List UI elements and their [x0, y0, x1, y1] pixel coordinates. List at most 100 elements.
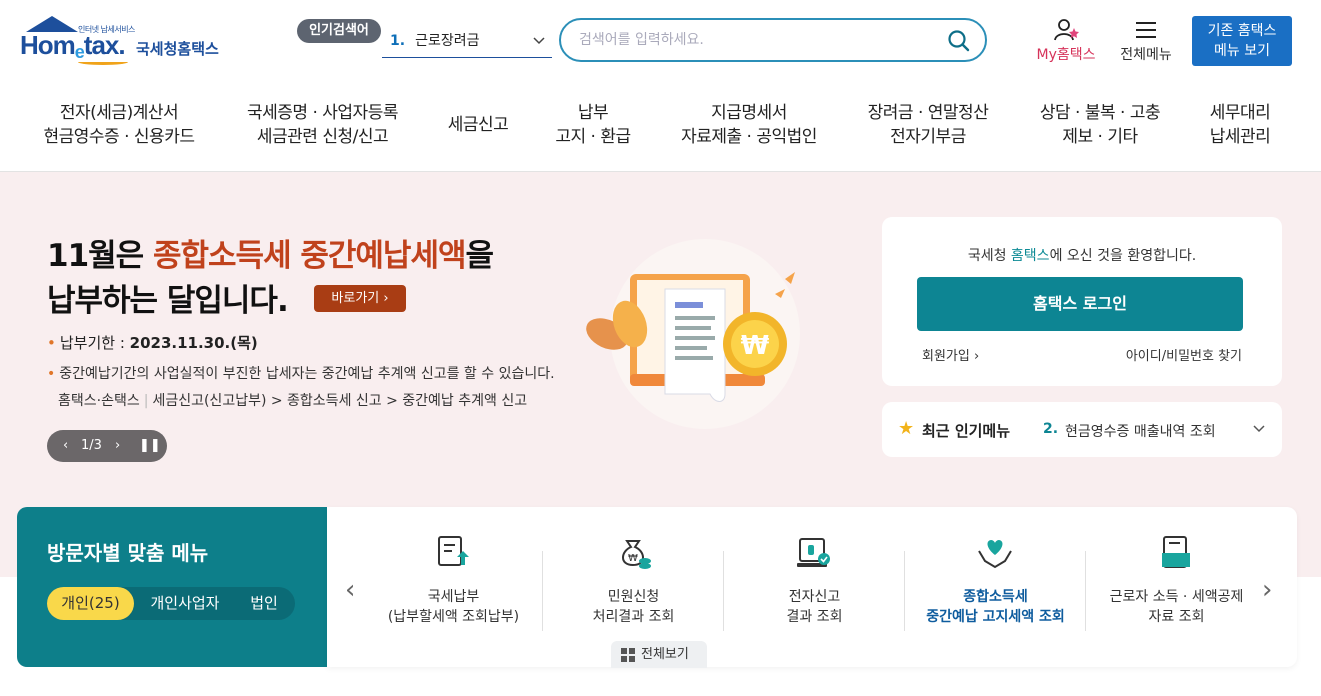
logo-text-a: Hom: [20, 30, 76, 60]
popular-search-badge: 인기검색어: [297, 19, 381, 43]
svg-text:₩: ₩: [628, 553, 638, 564]
menu-item-text: 전자신고 결과 조회: [724, 587, 905, 627]
tax-payment-icon: [438, 536, 469, 566]
carousel-next-icon[interactable]: ›: [1262, 575, 1272, 605]
banner-pager: ‹ 1/3 › ❚❚: [47, 430, 167, 462]
hero-menu-path[interactable]: 홈택스·손택스 | 세금신고(신고납부) > 종합소득세 신고 > 중간예납 추계액…: [58, 390, 527, 410]
chevron-right-icon: ›: [973, 349, 980, 364]
nav-item-line1: 장려금 · 연말정산: [867, 103, 989, 123]
menu-item-line1: 근로자 소득 · 세액공제: [1109, 589, 1244, 605]
visitor-menu-panel: 방문자별 맞춤 메뉴 개인(25) 개인사업자 법인: [17, 507, 327, 667]
welcome-message: 국세청 홈택스에 오신 것을 환영합니다.: [882, 245, 1282, 265]
search-icon[interactable]: [947, 29, 971, 53]
nav-item-payment[interactable]: 납부 고지 · 환급: [548, 101, 638, 149]
nav-item-incentive[interactable]: 장려금 · 연말정산 전자기부금: [857, 101, 999, 149]
tab-sole-proprietor[interactable]: 개인사업자: [139, 587, 231, 620]
star-icon: ★: [898, 418, 915, 439]
hero-title-line1: 11월은 종합소득세 중간예납세액을: [47, 234, 495, 279]
nav-item-line2: 전자기부금: [890, 127, 966, 147]
my-hometax-link[interactable]: My홈택스: [1030, 18, 1102, 66]
nav-item-tax-filing[interactable]: 세금신고: [438, 113, 518, 137]
hero-title-line2: 납부하는 달입니다.: [47, 283, 289, 319]
chevron-down-icon[interactable]: [1252, 418, 1266, 442]
find-id-password-link[interactable]: 아이디/비밀번호 찾기: [1126, 345, 1242, 364]
menu-item-line1: 종합소득세: [963, 589, 1028, 605]
document-folder-icon: [1162, 536, 1190, 568]
hero-title-pre: 11월은: [47, 238, 153, 274]
deadline-label: 납부기한 :: [59, 334, 130, 352]
join-link[interactable]: 회원가입 ›: [922, 345, 979, 364]
old-menu-line2: 메뉴 보기: [1214, 43, 1270, 59]
menu-worker-deduction[interactable]: 근로자 소득 · 세액공제자료 조회: [1086, 507, 1267, 667]
hometax-logo[interactable]: 인터넷 납세서비스 Hometax. 국세청홈택스: [18, 16, 233, 68]
logo-swoosh-icon: [78, 59, 128, 65]
path-site: 홈택스·손택스: [58, 393, 140, 409]
svg-text:₩: ₩: [741, 331, 770, 361]
nav-item-certificates[interactable]: 국세증명 · 사업자등록 세금관련 신청/신고: [235, 101, 410, 149]
join-label: 회원가입: [922, 349, 970, 364]
nav-item-payment-statement[interactable]: 지급명세서 자료제출 · 공익법인: [673, 101, 825, 149]
main-navigation: 전자(세금)계산서 현금영수증 · 신용카드 국세증명 · 사업자등록 세금관련…: [0, 86, 1321, 172]
recent-popular-menu[interactable]: ★ 최근 인기메뉴 2. 현금영수증 매출내역 조회: [882, 402, 1282, 457]
search-input[interactable]: [579, 29, 929, 51]
menu-item-line1: 국세납부: [427, 589, 480, 605]
hamburger-icon: [1136, 22, 1156, 38]
hero-deadline: • 납부기한 : 2023.11.30.(목): [47, 332, 258, 353]
menu-item-line2: (납부할세액 조회납부): [387, 609, 520, 625]
popular-search-dropdown[interactable]: 1. 근로장려금: [382, 24, 552, 58]
carousel-prev-icon[interactable]: ‹: [345, 575, 355, 605]
search-field: [559, 18, 987, 62]
all-menu-label: 전체메뉴: [1120, 47, 1172, 63]
logo-text-b: tax.: [83, 30, 126, 60]
login-button[interactable]: 홈택스 로그인: [917, 277, 1243, 331]
tab-corporation[interactable]: 법인: [239, 587, 289, 620]
hero-title-highlight: 종합소득세 중간예납세액: [152, 238, 467, 274]
nav-item-line2: 세금관련 신청/신고: [256, 127, 389, 147]
hero-description: • 중간예납기간의 사업실적이 부진한 납세자는 중간예납 추계액 신고를 할 수…: [47, 363, 555, 383]
menu-item-line2: 자료 조회: [1148, 609, 1205, 625]
view-all-label: 전체보기: [641, 647, 689, 662]
grid-icon: [621, 648, 635, 662]
nav-item-tax-agent[interactable]: 세무대리 납세관리: [1200, 101, 1280, 149]
welcome-pre: 국세청: [967, 248, 1011, 264]
popular-search-term: 근로장려금: [415, 33, 480, 49]
tax-payment-illustration: ₩: [585, 234, 805, 434]
prev-arrow-icon[interactable]: ‹: [63, 430, 68, 462]
header: 인터넷 납세서비스 Hometax. 국세청홈택스 인기검색어 1. 근로장려금 …: [0, 0, 1321, 86]
nav-item-e-invoice[interactable]: 전자(세금)계산서 현금영수증 · 신용카드: [40, 101, 198, 149]
chevron-right-icon: ›: [383, 291, 389, 306]
next-arrow-icon[interactable]: ›: [115, 430, 120, 462]
chevron-down-icon: [532, 24, 546, 71]
view-all-button[interactable]: 전체보기: [611, 641, 707, 668]
login-panel: 국세청 홈택스에 오신 것을 환영합니다. 홈택스 로그인 회원가입 › 아이디…: [882, 217, 1282, 386]
menu-item-line1: 민원신청: [607, 589, 660, 605]
path-divider: |: [143, 393, 149, 409]
nav-item-line1: 납부: [577, 103, 609, 123]
nav-item-consultation[interactable]: 상담 · 불복 · 고충 제보 · 기타: [1030, 101, 1170, 149]
old-hometax-menu-button[interactable]: 기존 홈택스 메뉴 보기: [1192, 16, 1292, 66]
logo-wordmark: Hometax.: [20, 30, 126, 62]
hero-title-post: 을: [465, 238, 495, 274]
my-hometax-label: My홈택스: [1036, 47, 1096, 63]
tab-individual[interactable]: 개인(25): [47, 587, 134, 620]
nav-item-line2: 제보 · 기타: [1062, 127, 1138, 147]
nav-item-line2: 현금영수증 · 신용카드: [43, 127, 195, 147]
visitor-menu-carousel: ‹ 국세납부 (납부할세액 조회납부) ₩ 민원신청 처리결과 조회 전자신고 결과 …: [327, 507, 1297, 667]
pause-icon[interactable]: ❚❚: [139, 430, 161, 462]
nav-item-line1: 세무대리: [1209, 103, 1271, 123]
menu-item-text: 민원신청 처리결과 조회: [543, 587, 724, 627]
nav-item-line1: 세금신고: [447, 115, 509, 135]
popular-search-rank: 1.: [390, 33, 406, 49]
hero-description-text: 중간예납기간의 사업실적이 부진한 납세자는 중간예납 추계액 신고를 할 수 …: [59, 366, 555, 382]
menu-national-tax-payment[interactable]: 국세납부 (납부할세액 조회납부): [363, 507, 544, 667]
go-button[interactable]: 바로가기 ›: [314, 285, 406, 312]
go-button-label: 바로가기: [331, 291, 380, 306]
menu-e-filing-result[interactable]: 전자신고 결과 조회: [724, 507, 905, 667]
nav-item-line2: 납세관리: [1209, 127, 1271, 147]
nav-item-line2: 자료제출 · 공익법인: [681, 127, 817, 147]
all-menu-button[interactable]: 전체메뉴: [1114, 18, 1178, 66]
welcome-post: 에 오신 것을 환영합니다.: [1049, 248, 1197, 264]
nav-item-line2: 고지 · 환급: [555, 127, 631, 147]
menu-comprehensive-income-tax[interactable]: 종합소득세중간예납 고지세액 조회: [905, 507, 1086, 667]
menu-item-line2: 중간예납 고지세액 조회: [926, 609, 1065, 625]
